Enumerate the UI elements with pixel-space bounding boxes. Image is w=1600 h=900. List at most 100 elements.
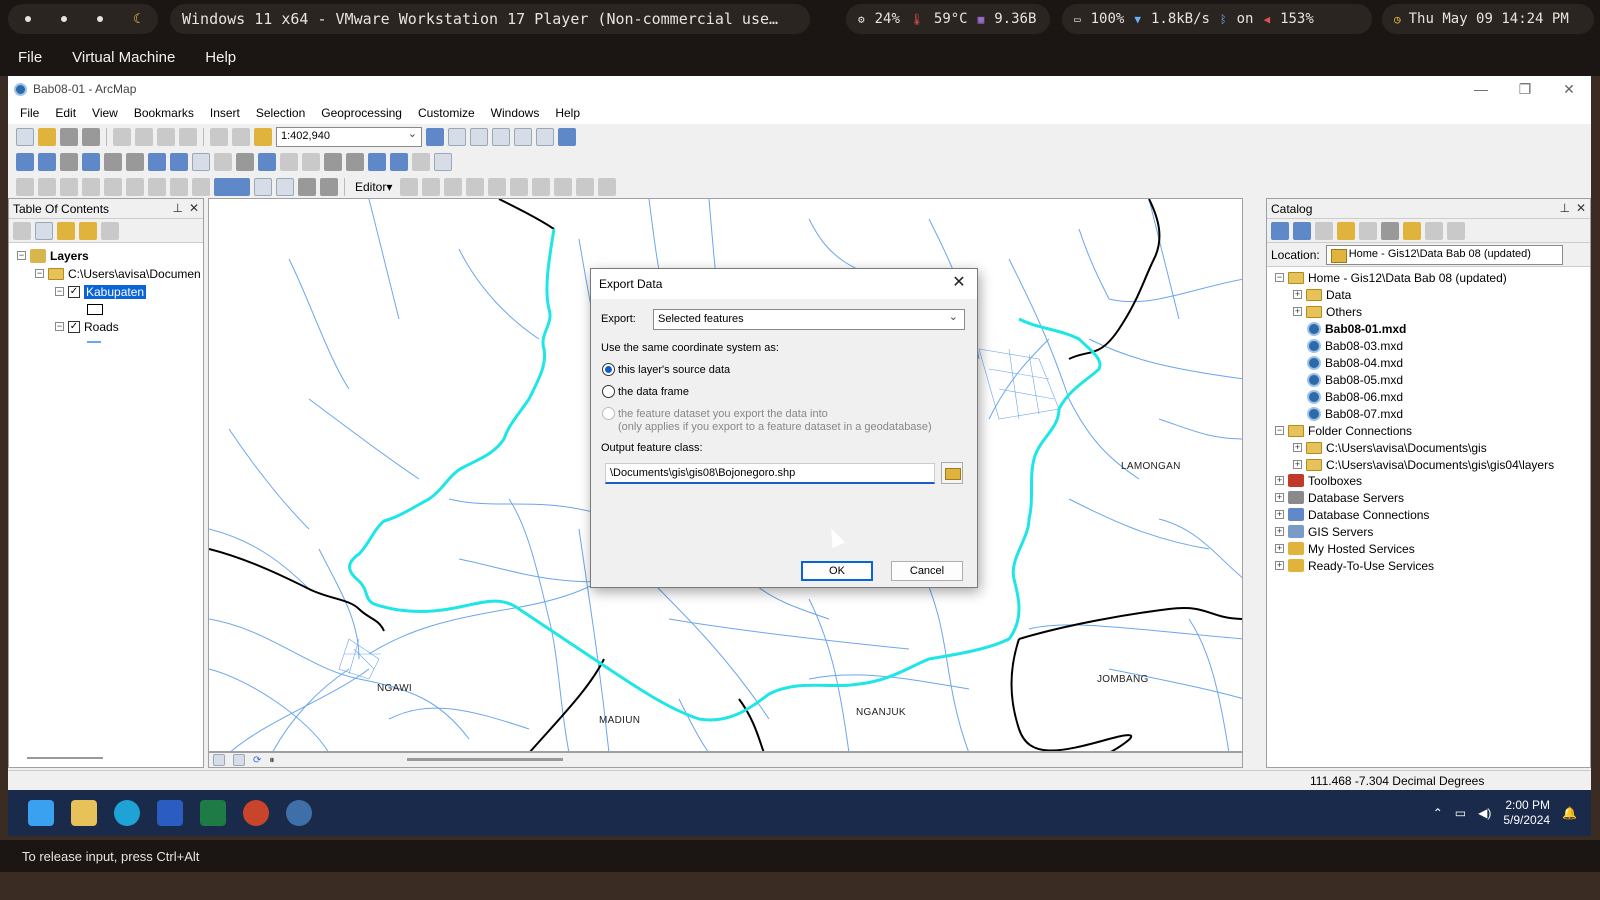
moon-icon[interactable]: ☾: [133, 12, 141, 27]
select-features-icon[interactable]: [192, 152, 210, 171]
catalog-item-label[interactable]: GIS Servers: [1308, 525, 1373, 539]
pin-icon[interactable]: ⊥: [1560, 201, 1570, 215]
radio-data-frame-label[interactable]: the data frame: [618, 386, 689, 398]
add-data-icon[interactable]: [254, 127, 272, 146]
toc-options-icon[interactable]: [101, 221, 119, 240]
edit-tool-icon[interactable]: [576, 177, 595, 196]
vm-menu-help[interactable]: Help: [205, 49, 236, 66]
print-icon[interactable]: [82, 127, 100, 146]
edit-tool-icon[interactable]: [400, 177, 419, 196]
cut-icon[interactable]: [113, 127, 131, 146]
catalog-mxd-row[interactable]: Bab08-04.mxd: [1307, 354, 1403, 371]
catalog-item-label[interactable]: My Hosted Services: [1308, 542, 1415, 556]
expand-icon[interactable]: +: [1293, 307, 1302, 316]
layer-visibility-checkbox[interactable]: ✓: [68, 320, 80, 333]
location-field[interactable]: Home - Gis12\Data Bab 08 (updated): [1325, 244, 1563, 265]
mxd-label[interactable]: Bab08-01.mxd: [1325, 322, 1406, 336]
list-by-source-icon[interactable]: [35, 221, 53, 240]
new-folder-icon[interactable]: [1403, 221, 1421, 240]
expand-icon[interactable]: +: [1275, 476, 1284, 485]
full-extent-icon[interactable]: [82, 152, 100, 171]
expand-icon[interactable]: +: [1275, 561, 1284, 570]
folder-connections-label[interactable]: Folder Connections: [1308, 424, 1412, 438]
copy-icon[interactable]: [135, 127, 153, 146]
data-view-icon[interactable]: [213, 754, 225, 766]
layout-tool-icon[interactable]: [192, 177, 210, 196]
toc-scrollbar[interactable]: [27, 757, 103, 759]
home-icon[interactable]: [1337, 221, 1355, 240]
menu-help[interactable]: Help: [555, 106, 580, 120]
catalog-item-data[interactable]: + Data: [1293, 286, 1351, 303]
catalog-ready-to-use[interactable]: + Ready-To-Use Services: [1275, 557, 1434, 574]
find-route-icon[interactable]: [368, 152, 386, 171]
layout-tool-icon[interactable]: [170, 177, 188, 196]
workspace-dot-1[interactable]: [25, 16, 32, 22]
edit-tool-icon[interactable]: [466, 177, 485, 196]
catalog-item-label[interactable]: Database Servers: [1308, 491, 1404, 505]
layout-tool-icon[interactable]: [126, 177, 144, 196]
expand-icon[interactable]: +: [1293, 290, 1302, 299]
map-scale-selector[interactable]: 1:402,940: [276, 126, 422, 147]
save-icon[interactable]: [60, 127, 78, 146]
catalog-mxd-row[interactable]: Bab08-06.mxd: [1307, 388, 1403, 405]
arctoolbox-icon[interactable]: [514, 127, 532, 146]
expand-icon[interactable]: +: [1275, 510, 1284, 519]
catalog-home-row[interactable]: − Home - Gis12\Data Bab 08 (updated): [1275, 269, 1507, 286]
cancel-button[interactable]: Cancel: [891, 561, 963, 581]
collapse-icon[interactable]: −: [1275, 426, 1284, 435]
radio-layer-source[interactable]: [602, 363, 615, 376]
clear-selection-icon[interactable]: [214, 152, 232, 171]
close-pane-icon[interactable]: ✕: [1576, 201, 1586, 215]
menu-insert[interactable]: Insert: [210, 106, 240, 120]
vm-menu-file[interactable]: File: [18, 49, 42, 66]
word-icon[interactable]: [157, 800, 183, 826]
home-label[interactable]: Home - Gis12\Data Bab 08 (updated): [1308, 271, 1507, 285]
menu-selection[interactable]: Selection: [256, 106, 305, 120]
browse-folder-button[interactable]: [941, 462, 963, 484]
expand-icon[interactable]: +: [1293, 443, 1302, 452]
fixed-zoom-in-icon[interactable]: [104, 152, 122, 171]
collapse-icon[interactable]: −: [55, 287, 64, 296]
catalog-mxd-row[interactable]: Bab08-05.mxd: [1307, 371, 1403, 388]
views-icon[interactable]: [1381, 221, 1399, 240]
paste-icon[interactable]: [157, 127, 175, 146]
workspace-dot-2[interactable]: [61, 16, 68, 22]
find-icon[interactable]: [346, 152, 364, 171]
edit-tool-icon[interactable]: [532, 177, 551, 196]
catalog-window-icon[interactable]: [470, 127, 488, 146]
open-icon[interactable]: [38, 127, 56, 146]
radio-data-frame[interactable]: [602, 385, 615, 398]
catalog-fc-item[interactable]: + C:\Users\avisa\Documents\gis: [1293, 439, 1487, 456]
refresh-icon[interactable]: ⟳: [253, 755, 261, 766]
catalog-item-others[interactable]: + Others: [1293, 303, 1362, 320]
toc-window-icon[interactable]: [448, 127, 466, 146]
minimize-button[interactable]: —: [1459, 76, 1503, 102]
layout-tool-icon[interactable]: [104, 177, 122, 196]
catalog-database-servers[interactable]: + Database Servers: [1275, 489, 1404, 506]
taskbar-clock[interactable]: 2:00 PM 5/9/2024: [1503, 798, 1550, 828]
edit-tool-icon[interactable]: [444, 177, 463, 196]
identify-icon[interactable]: [258, 152, 276, 171]
catalog-hosted-services[interactable]: + My Hosted Services: [1275, 540, 1415, 557]
model-builder-icon[interactable]: [558, 127, 576, 146]
catalog-gis-servers[interactable]: + GIS Servers: [1275, 523, 1373, 540]
search-window-icon[interactable]: [492, 127, 510, 146]
dialog-close-icon[interactable]: ✕: [949, 273, 969, 293]
mxd-label[interactable]: Bab08-04.mxd: [1325, 356, 1403, 370]
new-document-icon[interactable]: [16, 127, 34, 146]
connect-folder-icon[interactable]: [1359, 221, 1377, 240]
edit-tool-icon[interactable]: [422, 177, 441, 196]
file-explorer-icon[interactable]: [71, 800, 97, 826]
time-slider-icon[interactable]: [412, 152, 430, 171]
toc-folder-row[interactable]: − C:\Users\avisa\Documen: [35, 265, 201, 282]
go-to-xy-icon[interactable]: [390, 152, 408, 171]
start-icon[interactable]: [28, 800, 54, 826]
pause-icon[interactable]: ⏸: [269, 755, 274, 766]
zoom-out-icon[interactable]: [38, 152, 56, 171]
folder-label-data[interactable]: Data: [1326, 288, 1351, 302]
menu-bookmarks[interactable]: Bookmarks: [134, 106, 194, 120]
expand-icon[interactable]: +: [1275, 544, 1284, 553]
toc-layers-row[interactable]: − Layers: [17, 247, 89, 264]
mxd-label[interactable]: Bab08-05.mxd: [1325, 373, 1403, 387]
layout-zoom-box[interactable]: [214, 177, 250, 196]
